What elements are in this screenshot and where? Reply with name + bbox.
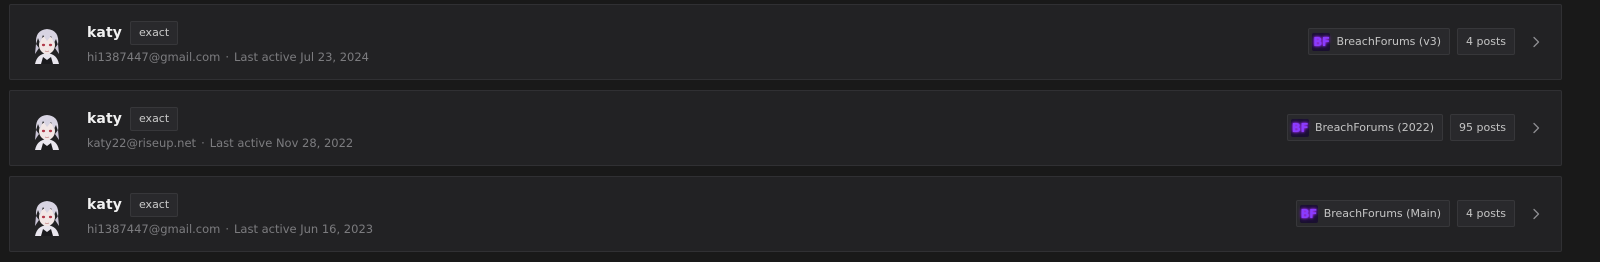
meta-separator: ·	[225, 222, 230, 236]
result-row[interactable]: katy exact katy22@riseup.net · Last active…	[9, 90, 1562, 166]
posts-count: 95 posts	[1450, 114, 1515, 141]
row-right: BF BreachForums (2022) 95 posts	[1286, 114, 1543, 141]
breachforums-logo-icon: BF	[1312, 32, 1331, 51]
meta-line: hi1387447@gmail.com · Last active Jun 16, …	[87, 222, 373, 236]
username: katy	[87, 197, 122, 213]
match-badge: exact	[129, 21, 179, 45]
last-active: Last active Jul 23, 2024	[234, 50, 369, 64]
result-row[interactable]: katy exact hi1387447@gmail.com · Last acti…	[9, 176, 1562, 252]
posts-count: 4 posts	[1457, 200, 1515, 227]
match-badge: exact	[129, 107, 179, 131]
last-active: Last active Nov 28, 2022	[209, 136, 354, 150]
row-right: BF BreachForums (Main) 4 posts	[1295, 200, 1543, 227]
avatar	[29, 110, 65, 150]
meta-separator: ·	[201, 136, 205, 150]
breachforums-logo-icon: BF	[1290, 118, 1309, 137]
avatar	[29, 24, 65, 64]
match-badge: exact	[129, 193, 179, 217]
forum-name: BreachForums (v3)	[1336, 35, 1442, 48]
last-active: Last active Jun 16, 2023	[234, 222, 374, 236]
forum-chip[interactable]: BF BreachForums (v3)	[1308, 28, 1451, 55]
forum-chip[interactable]: BF BreachForums (2022)	[1286, 114, 1444, 141]
username: katy	[87, 25, 122, 41]
username: katy	[87, 111, 122, 127]
email: hi1387447@gmail.com	[87, 222, 221, 236]
search-results-list: katy exact hi1387447@gmail.com · Last acti…	[9, 4, 1562, 262]
name-line: katy exact	[87, 107, 179, 131]
avatar	[29, 196, 65, 236]
chevron-right-icon[interactable]	[1529, 208, 1543, 220]
forum-chip[interactable]: BF BreachForums (Main)	[1295, 200, 1451, 227]
chevron-right-icon[interactable]	[1529, 36, 1543, 48]
forum-name: BreachForums (2022)	[1314, 121, 1435, 134]
chevron-right-icon[interactable]	[1529, 122, 1543, 134]
row-right: BF BreachForums (v3) 4 posts	[1308, 28, 1543, 55]
email: hi1387447@gmail.com	[87, 50, 221, 64]
name-line: katy exact	[87, 21, 179, 45]
meta-line: hi1387447@gmail.com · Last active Jul 23, …	[87, 50, 369, 64]
breachforums-logo-icon: BF	[1299, 204, 1318, 223]
posts-count: 4 posts	[1457, 28, 1515, 55]
email: katy22@riseup.net	[87, 136, 197, 150]
name-line: katy exact	[87, 193, 179, 217]
meta-line: katy22@riseup.net · Last active Nov 28, 20…	[87, 136, 353, 150]
meta-separator: ·	[225, 50, 230, 64]
result-row[interactable]: katy exact hi1387447@gmail.com · Last acti…	[9, 4, 1562, 80]
forum-name: BreachForums (Main)	[1323, 207, 1442, 220]
